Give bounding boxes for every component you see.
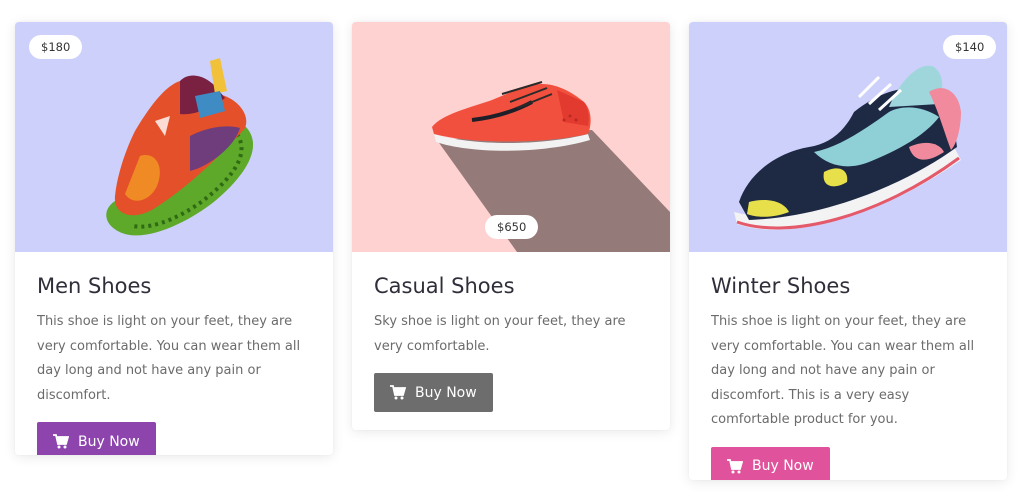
buy-now-label: Buy Now — [415, 384, 477, 401]
buy-now-button[interactable]: Buy Now — [374, 373, 493, 412]
product-image: $650 — [352, 22, 670, 252]
product-image: $140 — [689, 22, 1007, 252]
card-description: This shoe is light on your feet, they ar… — [711, 314, 975, 427]
product-card-winter-shoes: $140 Winter Shoes This shoe is light on … — [689, 22, 1007, 480]
buy-now-button[interactable]: Buy Now — [711, 446, 830, 480]
card-body: Casual Shoes Sky shoe is light on your f… — [352, 252, 670, 430]
card-description: This shoe is light on your feet, they ar… — [37, 314, 301, 403]
product-card-casual-shoes: $650 Casual Shoes Sky shoe is light on y… — [352, 22, 670, 430]
cart-icon — [390, 385, 406, 400]
buy-now-label: Buy Now — [78, 433, 140, 450]
card-title: Winter Shoes — [711, 274, 851, 298]
card-title: Casual Shoes — [374, 274, 515, 298]
product-image: $180 — [15, 22, 333, 252]
product-card-men-shoes: $180 Men Shoes This shoe is light on you… — [15, 22, 333, 455]
card-body: Winter Shoes This shoe is light on your … — [689, 252, 1007, 480]
cart-icon — [53, 434, 69, 449]
cart-icon — [727, 458, 743, 474]
sneaker-image — [95, 36, 265, 241]
buy-now-label: Buy Now — [752, 458, 814, 474]
card-title: Men Shoes — [37, 274, 152, 298]
price-tag: $650 — [485, 215, 539, 239]
card-body: Men Shoes This shoe is light on your fee… — [15, 252, 333, 455]
price-tag: $140 — [943, 35, 997, 59]
sneaker-image — [729, 52, 969, 232]
buy-now-button[interactable]: Buy Now — [37, 422, 156, 455]
price-tag: $180 — [29, 35, 83, 59]
card-description: Sky shoe is light on your feet, they are… — [374, 314, 626, 354]
